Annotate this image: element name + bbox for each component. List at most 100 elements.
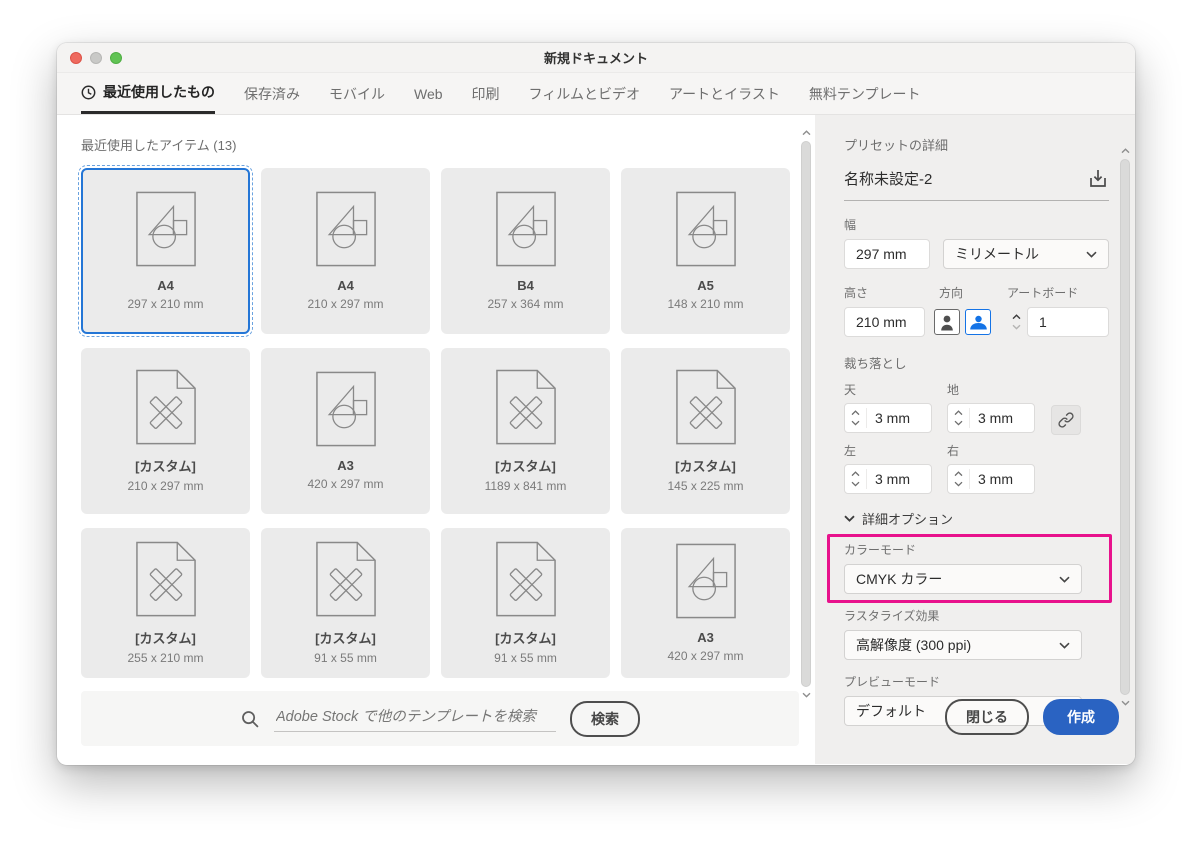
artboard-stepper: 1 <box>1008 307 1109 337</box>
close-window-button[interactable] <box>70 52 82 64</box>
tab-free-templates[interactable]: 無料テンプレート <box>809 73 921 114</box>
save-preset-icon[interactable] <box>1087 167 1109 189</box>
bleed-top-input[interactable]: 3 mm <box>844 403 932 433</box>
tab-saved[interactable]: 保存済み <box>244 73 300 114</box>
panel-scrollbar[interactable] <box>1118 148 1132 706</box>
height-label: 高さ <box>844 284 939 301</box>
preset-name: [カスタム] <box>675 456 736 475</box>
chevron-down-icon <box>1059 576 1070 583</box>
chevron-down-icon <box>1059 642 1070 649</box>
tab-web[interactable]: Web <box>414 73 443 114</box>
scroll-down-icon[interactable] <box>1121 700 1130 706</box>
tab-print[interactable]: 印刷 <box>472 73 500 114</box>
stepper-down-icon[interactable] <box>851 481 860 487</box>
recent-item-8[interactable]: [カスタム] 145 x 225 mm <box>621 348 790 514</box>
width-label: 幅 <box>844 216 1109 233</box>
chevron-down-icon <box>844 515 855 522</box>
scrollbar-thumb[interactable] <box>801 141 811 687</box>
tab-label: アートとイラスト <box>669 84 780 104</box>
recent-item-5[interactable]: [カスタム] 210 x 297 mm <box>81 348 250 514</box>
stepper-up-icon[interactable] <box>954 471 963 477</box>
advanced-options-toggle[interactable]: 詳細オプション <box>844 509 1109 528</box>
tab-label: モバイル <box>329 84 385 104</box>
stepper-up-icon[interactable] <box>1012 314 1021 320</box>
recent-item-11[interactable]: [カスタム] 91 x 55 mm <box>441 528 610 678</box>
preset-size: 420 x 297 mm <box>307 477 383 491</box>
tab-film-video[interactable]: フィルムとビデオ <box>529 73 640 114</box>
tab-label: Web <box>414 86 443 102</box>
unit-select[interactable]: ミリメートル <box>943 239 1109 269</box>
preset-size: 420 x 297 mm <box>667 649 743 663</box>
artboard-label: アートボード <box>1007 284 1078 301</box>
search-button[interactable]: 検索 <box>570 701 640 737</box>
stepper-down-icon[interactable] <box>954 481 963 487</box>
orientation-label: 方向 <box>939 284 1007 301</box>
recent-item-1[interactable]: A4 297 x 210 mm <box>81 168 250 334</box>
recent-item-6[interactable]: A3 420 x 297 mm <box>261 348 430 514</box>
stepper-up-icon[interactable] <box>851 471 860 477</box>
preset-size: 91 x 55 mm <box>314 651 377 665</box>
preset-name: [カスタム] <box>135 628 196 647</box>
bleed-top-label: 天 <box>844 381 932 398</box>
recent-item-2[interactable]: A4 210 x 297 mm <box>261 168 430 334</box>
stepper-up-icon[interactable] <box>954 410 963 416</box>
document-preset-icon <box>676 191 736 267</box>
custom-document-icon <box>316 541 376 617</box>
title-bar: 新規ドキュメント <box>57 43 1135 73</box>
create-button[interactable]: 作成 <box>1043 699 1119 735</box>
landscape-orientation-button[interactable] <box>965 309 991 335</box>
stock-search-input[interactable] <box>274 705 556 732</box>
bleed-right-value: 3 mm <box>978 471 1013 487</box>
height-orientation-labels: 高さ 方向 アートボード <box>844 284 1109 301</box>
portrait-orientation-button[interactable] <box>934 309 960 335</box>
recent-item-10[interactable]: [カスタム] 91 x 55 mm <box>261 528 430 678</box>
bleed-top-value: 3 mm <box>875 410 910 426</box>
bleed-bottom-value: 3 mm <box>978 410 1013 426</box>
raster-effects-group: ラスタライズ効果 高解像度 (300 ppi) <box>844 607 1109 660</box>
height-input[interactable]: 210 mm <box>844 307 925 337</box>
recent-item-7[interactable]: [カスタム] 1189 x 841 mm <box>441 348 610 514</box>
stepper-up-icon[interactable] <box>851 410 860 416</box>
search-icon <box>240 709 260 729</box>
recent-item-4[interactable]: A5 148 x 210 mm <box>621 168 790 334</box>
tab-art-illustration[interactable]: アートとイラスト <box>669 73 780 114</box>
traffic-lights <box>70 52 122 64</box>
scroll-up-icon[interactable] <box>802 130 811 136</box>
recent-item-9[interactable]: [カスタム] 255 x 210 mm <box>81 528 250 678</box>
clock-icon <box>81 85 96 100</box>
scroll-down-icon[interactable] <box>802 692 811 698</box>
tab-mobile[interactable]: モバイル <box>329 73 385 114</box>
stepper-arrows <box>948 469 970 489</box>
artboard-stepper-arrows <box>1008 314 1024 330</box>
artboard-count-input[interactable]: 1 <box>1027 307 1109 337</box>
zoom-window-button[interactable] <box>110 52 122 64</box>
color-mode-select[interactable]: CMYK カラー <box>844 564 1082 594</box>
panel-title: プリセットの詳細 <box>844 135 1109 154</box>
minimize-window-button[interactable] <box>90 52 102 64</box>
preset-name: [カスタム] <box>315 628 376 647</box>
bleed-left-input[interactable]: 3 mm <box>844 464 932 494</box>
raster-effects-label: ラスタライズ効果 <box>844 607 1109 624</box>
main-scrollbar[interactable] <box>799 130 813 698</box>
raster-effects-select[interactable]: 高解像度 (300 ppi) <box>844 630 1082 660</box>
tab-label: 印刷 <box>472 84 500 104</box>
bleed-right-input[interactable]: 3 mm <box>947 464 1035 494</box>
stepper-down-icon[interactable] <box>851 420 860 426</box>
tab-recent[interactable]: 最近使用したもの <box>81 73 215 114</box>
document-name-field[interactable]: 名称未設定-2 <box>844 168 932 189</box>
custom-document-icon <box>496 541 556 617</box>
recent-item-3[interactable]: B4 257 x 364 mm <box>441 168 610 334</box>
recent-item-12[interactable]: A3 420 x 297 mm <box>621 528 790 678</box>
stepper-down-icon[interactable] <box>1012 324 1021 330</box>
scroll-up-icon[interactable] <box>1121 148 1130 154</box>
preset-name: [カスタム] <box>495 628 556 647</box>
scrollbar-thumb[interactable] <box>1120 159 1130 695</box>
width-input[interactable]: 297 mm <box>844 239 930 269</box>
document-preset-icon <box>676 543 736 619</box>
close-button[interactable]: 閉じる <box>945 699 1029 735</box>
stepper-down-icon[interactable] <box>954 420 963 426</box>
recent-items-area: 最近使用したアイテム (13) A4 297 x 210 mm <box>57 115 815 764</box>
preset-name: A3 <box>337 458 354 473</box>
link-bleed-values-button[interactable] <box>1051 405 1081 435</box>
bleed-bottom-input[interactable]: 3 mm <box>947 403 1035 433</box>
